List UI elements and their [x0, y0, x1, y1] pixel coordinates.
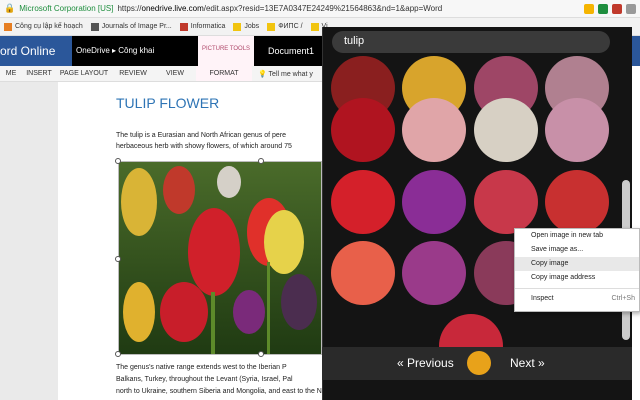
result-thumbnail[interactable] [545, 170, 609, 234]
menu-item-open-image-new-tab[interactable]: Open image in new tab [515, 229, 639, 243]
resize-handle[interactable] [115, 158, 121, 164]
bookmark-item[interactable]: Jobs [233, 22, 259, 31]
resize-handle[interactable] [115, 351, 121, 357]
menu-item-copy-image[interactable]: Copy image [515, 257, 639, 271]
result-thumbnail[interactable] [545, 98, 609, 162]
extension-icon[interactable] [612, 3, 622, 14]
address-bar[interactable]: 🔒 Microsoft Corporation [US] https://one… [0, 0, 640, 18]
resize-handle[interactable] [258, 158, 264, 164]
context-menu: Open image in new tab Save image as... C… [514, 228, 640, 312]
lion-mascot-icon [467, 351, 491, 375]
document-heading[interactable]: TULIP FLOWER [116, 95, 219, 111]
folder-icon [267, 22, 276, 31]
tab-view[interactable]: VIEW [154, 66, 196, 81]
paragraph-line[interactable]: The genus's native range extends west to… [116, 364, 287, 371]
result-thumbnail[interactable] [474, 170, 538, 234]
result-thumbnail[interactable] [402, 98, 466, 162]
document-name[interactable]: Document1 [254, 36, 322, 66]
extension-icon[interactable] [598, 3, 608, 14]
tell-me-box[interactable]: 💡 Tell me what y [252, 66, 322, 81]
resize-handle[interactable] [115, 256, 121, 262]
tab-insert[interactable]: INSERT [22, 66, 56, 81]
paragraph-line[interactable]: Balkans, Turkey, throughout the Levant (… [116, 376, 293, 383]
menu-icon[interactable] [626, 3, 636, 14]
tab-format[interactable]: FORMAT [196, 66, 252, 81]
menu-separator [515, 288, 639, 289]
bookmark-item[interactable]: Informatica [179, 22, 225, 31]
result-thumbnail[interactable] [331, 170, 395, 234]
bookmark-icon [90, 22, 99, 31]
bookmark-icon [4, 22, 12, 31]
result-thumbnail[interactable] [402, 241, 466, 305]
tab-page-layout[interactable]: PAGE LAYOUT [56, 66, 112, 81]
result-thumbnail[interactable] [331, 98, 395, 162]
previous-button[interactable]: « Previous [397, 356, 454, 370]
bookmark-icon [179, 22, 188, 31]
star-icon[interactable] [584, 3, 594, 14]
shortcut-label: Ctrl+Sh [611, 295, 635, 302]
app-name[interactable]: ord Online [0, 44, 55, 58]
paragraph-line[interactable]: The tulip is a Eurasian and North Africa… [116, 132, 286, 139]
breadcrumb[interactable]: OneDrive ▸ Công khai [72, 36, 202, 66]
image-search-popup: tulip [322, 27, 632, 400]
tab-review[interactable]: REVIEW [112, 66, 154, 81]
result-thumbnail[interactable] [331, 241, 395, 305]
lock-icon: 🔒 [4, 3, 16, 13]
folder-icon [310, 22, 319, 31]
picture-tools-label: PICTURE TOOLS [198, 36, 254, 66]
tab-home[interactable]: ME [0, 66, 22, 81]
menu-item-inspect[interactable]: Inspect Ctrl+Sh [515, 292, 639, 306]
bookmark-item[interactable]: ФИПС / [267, 22, 303, 31]
pagination-bar: « Previous Next » [322, 347, 632, 380]
url-text[interactable]: https://onedrive.live.com/edit.aspx?resi… [117, 4, 580, 13]
search-input[interactable]: tulip [332, 31, 610, 53]
result-thumbnail[interactable] [402, 170, 466, 234]
secure-origin-label: Microsoft Corporation [US] [19, 4, 114, 13]
menu-item-copy-image-address[interactable]: Copy image address [515, 271, 639, 285]
ribbon-tabs: ME INSERT PAGE LAYOUT REVIEW VIEW FORMAT… [0, 66, 322, 82]
bookmark-item[interactable]: Journals of Image Pr... [90, 22, 172, 31]
paragraph-line[interactable]: herbaceous herb with showy flowers, of w… [116, 143, 292, 150]
menu-item-save-image-as[interactable]: Save image as... [515, 243, 639, 257]
extension-icons [584, 3, 636, 14]
tulip-photo[interactable] [118, 161, 322, 355]
folder-icon [233, 22, 242, 31]
result-thumbnail[interactable] [474, 98, 538, 162]
bookmark-item[interactable]: Công cụ lập kế hoạch [4, 22, 83, 31]
next-button[interactable]: Next » [510, 356, 545, 370]
resize-handle[interactable] [258, 351, 264, 357]
lightbulb-icon: 💡 [258, 71, 269, 78]
